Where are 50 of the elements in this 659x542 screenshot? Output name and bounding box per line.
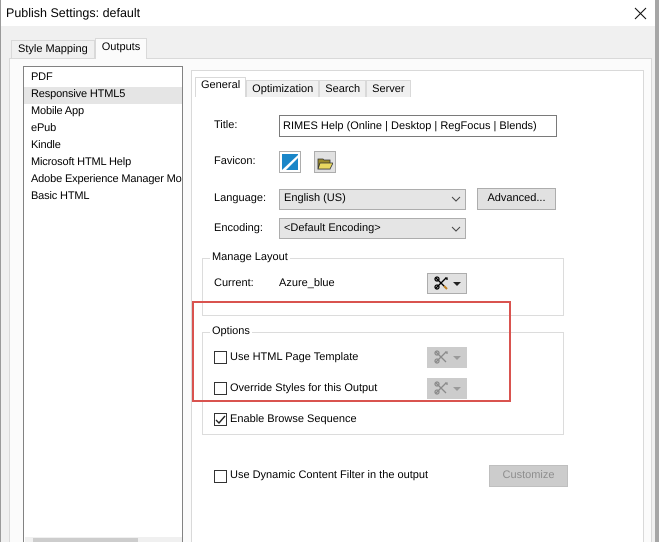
favicon-image-icon: [282, 154, 298, 170]
list-item[interactable]: Basic HTML: [24, 189, 182, 206]
scrollbar[interactable]: [25, 537, 182, 542]
chevron-icon: [451, 196, 461, 202]
list-item[interactable]: ePub: [24, 121, 182, 138]
tab[interactable]: Style Mapping: [11, 40, 95, 58]
list-item[interactable]: Responsive HTML5: [24, 87, 182, 104]
list-item[interactable]: Kindle: [24, 138, 182, 155]
favicon-preview[interactable]: [279, 151, 301, 173]
language-dropdown[interactable]: English (US): [279, 188, 466, 210]
checkbox[interactable]: [214, 470, 227, 482]
tools-dropdown-button[interactable]: [427, 273, 467, 294]
window-title: Publish Settings: default: [6, 6, 140, 20]
caret-icon: [452, 356, 460, 360]
checkbox[interactable]: [214, 382, 227, 395]
list-item[interactable]: Microsoft HTML Help: [24, 155, 182, 172]
field-label: Favicon:: [214, 155, 257, 169]
list-item[interactable]: Adobe Experience Manager Mo: [24, 172, 182, 189]
tab[interactable]: Optimization: [246, 80, 320, 97]
checkbox-label: Use HTML Page Template: [230, 350, 360, 364]
checkbox[interactable]: [214, 413, 227, 426]
tab[interactable]: General: [195, 77, 246, 97]
field-label: Encoding:: [214, 222, 264, 236]
advanced-button[interactable]: Advanced...: [477, 188, 556, 210]
checkbox-label: Override Styles for this Output: [230, 382, 378, 396]
group-label: Manage Layout: [210, 251, 290, 264]
browse-button[interactable]: [314, 151, 336, 173]
caret-icon: [452, 282, 460, 286]
tools-icon: [434, 350, 448, 365]
field-label: Language:: [214, 192, 267, 206]
tab[interactable]: Search: [319, 80, 366, 97]
close-icon[interactable]: [634, 6, 647, 20]
list-item[interactable]: PDF: [24, 70, 182, 87]
checkbox-label: Use Dynamic Content Filter in the output: [230, 469, 430, 483]
checkbox[interactable]: [214, 351, 227, 364]
tab[interactable]: Server: [366, 80, 411, 97]
encoding-dropdown[interactable]: <Default Encoding>: [279, 218, 466, 239]
field-label: Title:: [214, 119, 238, 133]
tools-icon: [434, 276, 448, 291]
check-icon: [215, 415, 226, 424]
tab[interactable]: Outputs: [94, 38, 148, 59]
layout-name: Azure_blue: [279, 276, 336, 290]
list-item[interactable]: Mobile App: [24, 104, 182, 121]
field-label: Current:: [214, 276, 255, 290]
tools-icon: [434, 381, 448, 396]
title-field[interactable]: RIMES Help (Online | Desktop | RegFocus | Blends): [279, 115, 557, 137]
group-label: Options: [210, 325, 252, 338]
chevron-icon: [451, 226, 461, 232]
caret-icon: [452, 386, 460, 390]
checkbox-label: Enable Browse Sequence: [230, 412, 357, 426]
